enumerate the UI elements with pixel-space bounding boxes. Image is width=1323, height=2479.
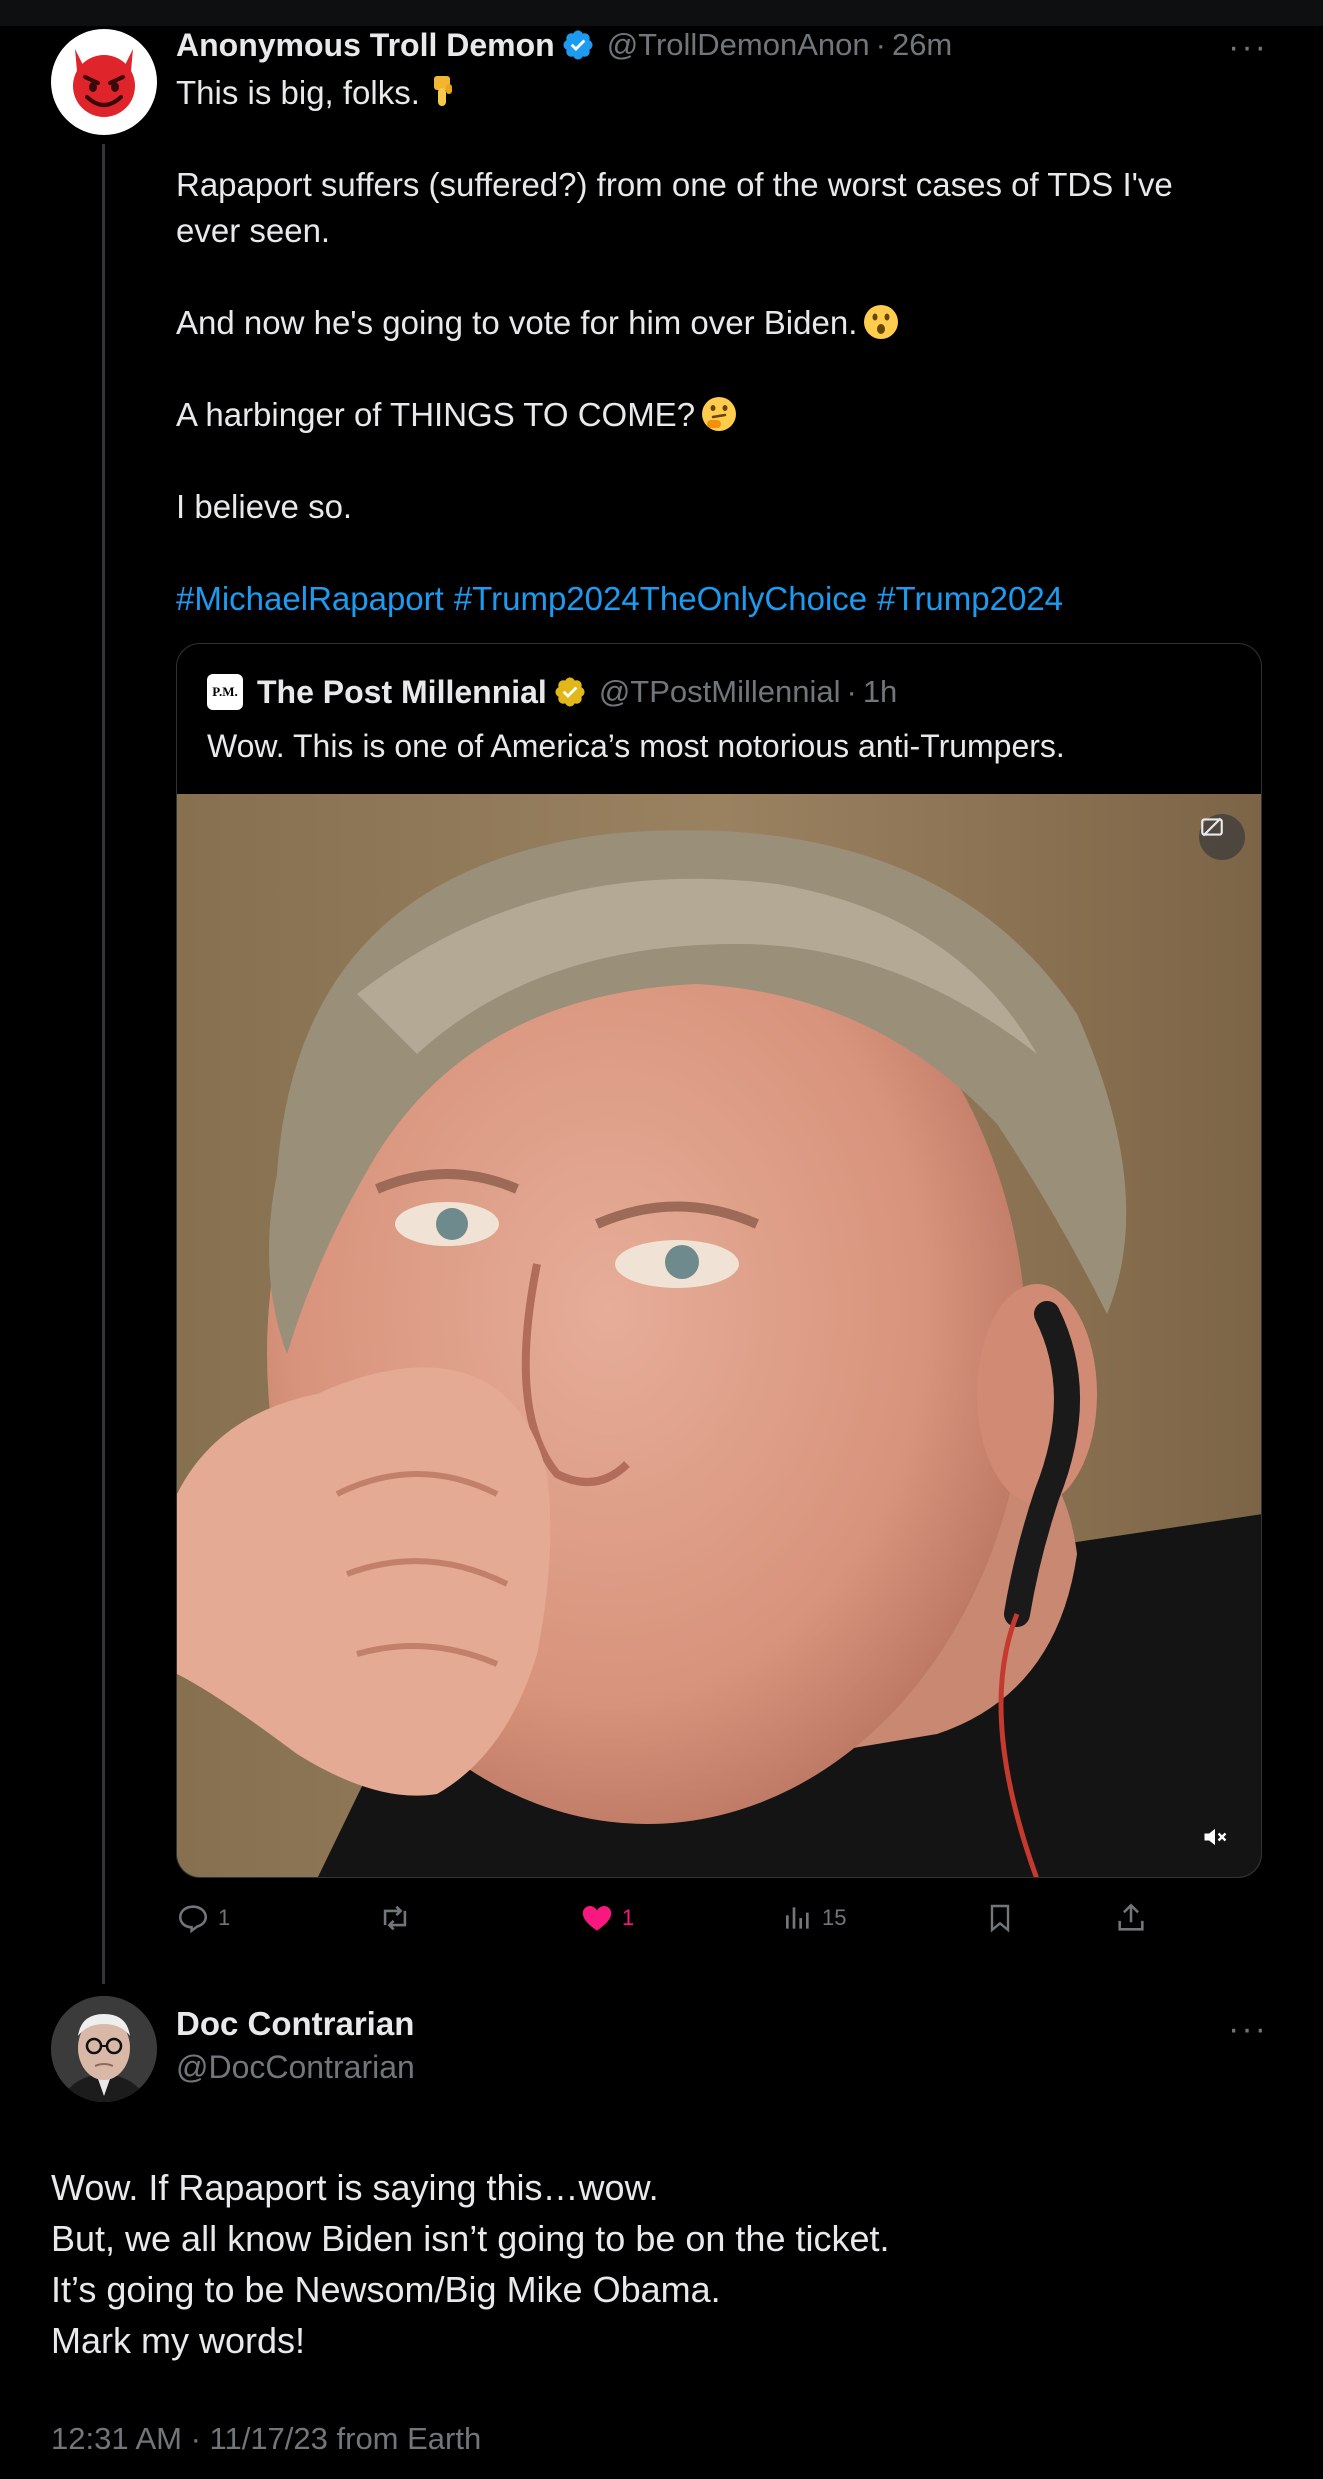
more-options-icon[interactable]: ··· (1228, 2012, 1268, 2046)
reply-icon (178, 1905, 208, 1934)
astonished-face-icon (864, 305, 899, 339)
views-chart-icon (786, 1907, 809, 1929)
reply-body: Wow. If Rapaport is saying this…wow. But… (51, 2162, 1251, 2366)
like-count: 1 (622, 1905, 635, 1930)
quoted-tweet-text: Wow. This is one of America’s most notor… (207, 728, 1065, 764)
quoted-tweet-header: P.M. The Post Millennial @TPostMillennia… (207, 670, 897, 714)
tweet-action-bar: 1 1 15 (176, 1898, 1176, 1938)
bookmark-icon (990, 1904, 1010, 1933)
tweet-time[interactable]: 26m (892, 27, 952, 63)
share-button[interactable] (1114, 1898, 1156, 1938)
retweet-icon (383, 1905, 407, 1931)
quoted-author-avatar[interactable]: P.M. (207, 674, 243, 710)
author-handle[interactable]: @TrollDemonAnon (607, 27, 870, 63)
tweet-body: This is big, folks. Rapaport suffers (su… (176, 70, 1236, 622)
speaker-muted-icon[interactable] (1201, 1823, 1241, 1863)
elderly-man-portrait[interactable] (51, 1996, 157, 2102)
quoted-tweet-time[interactable]: 1h (863, 674, 897, 710)
verified-gold-badge-icon (555, 677, 585, 707)
share-icon (1118, 1903, 1144, 1931)
separator-dot: · (875, 27, 886, 62)
reply-line: Mark my words! (51, 2320, 306, 2361)
tweet-line: This is big, folks. (176, 70, 1236, 116)
pointing-down-icon (433, 76, 452, 106)
reply-line: It’s going to be Newsom/Big Mike Obama. (51, 2269, 721, 2310)
sensitive-content-icon[interactable] (1199, 814, 1245, 860)
tweet-header: Anonymous Troll Demon @TrollDemonAnon · … (176, 22, 952, 68)
smiling-devil-icon (73, 49, 135, 117)
tweet-line: And now he's going to vote for him over … (176, 300, 1236, 346)
views-button[interactable]: 15 (782, 1898, 846, 1938)
retweet-button[interactable] (378, 1898, 420, 1938)
bookmark-button[interactable] (984, 1898, 1024, 1938)
hashtag-link[interactable]: #MichaelRapaport (176, 580, 444, 617)
heart-filled-icon (582, 1905, 612, 1931)
hashtag-link[interactable]: #Trump2024TheOnlyChoice (454, 580, 867, 617)
reply-timestamp[interactable]: 12:31 AM · 11/17/23 from Earth (51, 2421, 481, 2457)
quoted-author-handle[interactable]: @TPostMillennial (599, 674, 841, 710)
separator-dot: · (846, 674, 857, 709)
author-avatar[interactable] (51, 29, 157, 135)
reply-count: 1 (218, 1905, 231, 1930)
quoted-author-name[interactable]: The Post Millennial (257, 674, 547, 711)
thread-connector-line (102, 144, 105, 1984)
views-count: 15 (822, 1905, 847, 1930)
tweet-line: A harbinger of THINGS TO COME? (176, 392, 1236, 438)
tweet-line: Rapaport suffers (suffered?) from one of… (176, 166, 1173, 249)
reply-line: Wow. If Rapaport is saying this…wow. (51, 2167, 659, 2208)
like-button[interactable]: 1 (580, 1898, 634, 1938)
thinking-face-icon (702, 397, 737, 431)
reply-author-name[interactable]: Doc Contrarian (176, 2005, 414, 2043)
hashtag-link[interactable]: #Trump2024 (877, 580, 1063, 617)
author-name[interactable]: Anonymous Troll Demon (176, 27, 555, 64)
video-thumbnail-image[interactable] (177, 794, 1261, 1877)
quoted-tweet-card[interactable]: P.M. The Post Millennial @TPostMillennia… (176, 643, 1262, 1878)
reply-button[interactable]: 1 (176, 1898, 230, 1938)
reply-author-handle[interactable]: @DocContrarian (176, 2049, 415, 2086)
hashtag-list: #MichaelRapaport #Trump2024TheOnlyChoice #… (176, 576, 1236, 622)
tweet-line: I believe so. (176, 488, 353, 525)
reply-line: But, we all know Biden isn’t going to be… (51, 2218, 890, 2259)
verified-badge-icon (563, 30, 593, 60)
more-options-icon[interactable]: ··· (1228, 30, 1268, 64)
